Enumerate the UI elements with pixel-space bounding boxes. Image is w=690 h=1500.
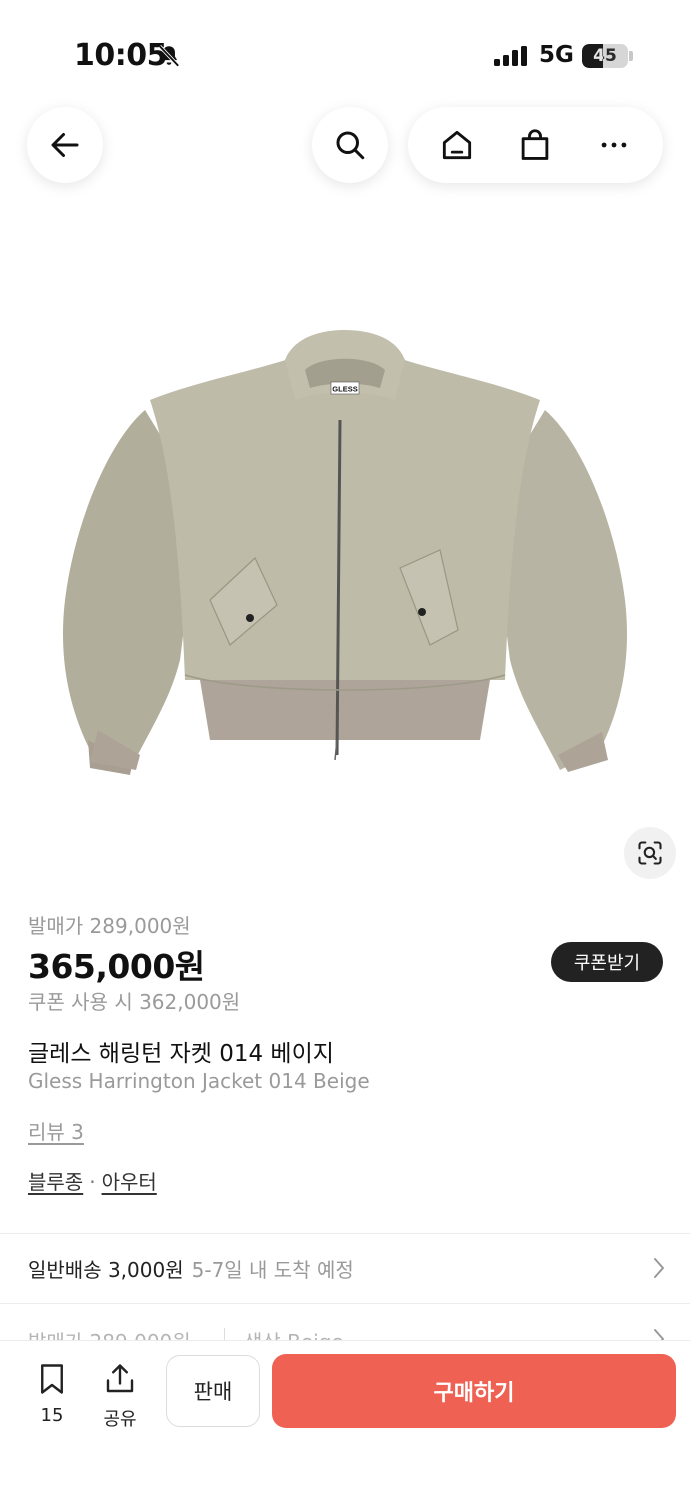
more-button[interactable] [584,115,644,175]
signal-icon [494,46,528,70]
product-title-en: Gless Harrington Jacket 014 Beige [28,1069,370,1093]
share-button[interactable]: 공유 [98,1361,142,1431]
back-button[interactable] [27,107,103,183]
buy-button[interactable]: 구매하기 [272,1354,676,1428]
product-image[interactable]: GLESS [50,300,640,800]
shipping-eta: 5-7일 내 도착 예정 [191,1257,354,1282]
status-bar: 10:05 5G 45 [0,0,690,110]
divider [0,1303,690,1304]
shipping-label: 일반배송 3,000원 [28,1257,184,1282]
product-label-text: GLESS [332,385,357,394]
bell-slash-icon [156,43,182,73]
bottom-action-bar: 15 공유 판매 구매하기 [0,1340,690,1500]
home-button[interactable] [427,115,487,175]
product-title-ko: 글레스 해링턴 자켓 014 베이지 [28,1041,334,1067]
network-type: 5G [539,42,574,68]
battery-level: 45 [593,46,617,66]
category-breadcrumb: 블루종 · 아우터 [28,1166,157,1195]
review-link[interactable]: 리뷰 3 [28,1116,84,1145]
home-icon [443,130,472,160]
product-price: 365,000원 [28,947,205,986]
shipping-row[interactable]: 일반배송 3,000원 5-7일 내 도착 예정 [0,1234,690,1302]
battery-icon: 45 [582,44,628,68]
nav-actions [408,107,663,183]
coupon-button[interactable]: 쿠폰받기 [551,942,663,982]
battery-cap [629,51,633,61]
details-release: 발매가 289,000원 [28,1326,191,1340]
details-peek-row[interactable]: 발매가 289,000원 색상 Beige [0,1316,690,1340]
category-link-outer[interactable]: 아우터 [102,1170,157,1194]
share-icon [106,1364,134,1393]
chevron-right-icon [654,1258,664,1278]
image-search-button[interactable] [624,827,676,879]
bookmark-icon [41,1364,63,1394]
details-separator [224,1328,225,1340]
sell-button[interactable]: 판매 [166,1355,260,1427]
category-separator: · [89,1170,96,1194]
share-label: 공유 [103,1409,137,1430]
cart-button[interactable] [505,115,565,175]
search-button[interactable] [312,107,388,183]
search-icon [336,131,365,160]
image-search-icon [638,841,662,865]
status-time: 10:05 [74,38,168,73]
wishlist-count: 15 [40,1405,64,1426]
shopping-bag-icon [522,129,549,160]
category-link-blouson[interactable]: 블루종 [28,1170,83,1194]
details-color: 색상 Beige [244,1326,344,1340]
more-icon [601,142,627,148]
arrow-left-icon [51,133,79,157]
coupon-price: 쿠폰 사용 시 362,000원 [28,990,241,1014]
chevron-right-icon [654,1329,664,1340]
release-price: 발매가 289,000원 [28,914,191,938]
wishlist-button[interactable]: 15 [30,1361,74,1426]
